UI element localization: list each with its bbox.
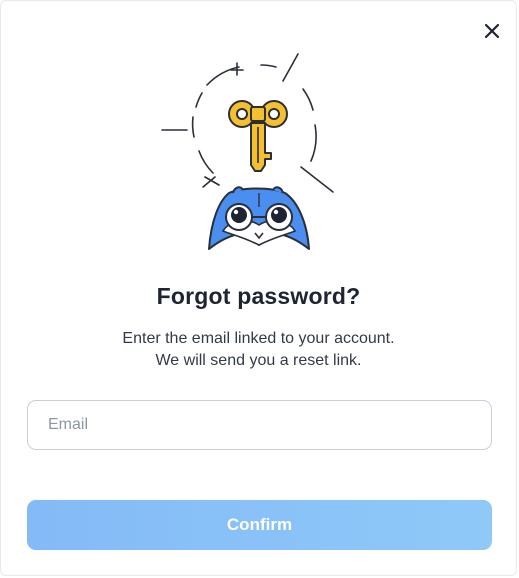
- close-icon[interactable]: [482, 21, 502, 41]
- confirm-button[interactable]: Confirm: [27, 500, 492, 550]
- subtitle-line-2: We will send you a reset link.: [155, 352, 362, 369]
- email-field[interactable]: [27, 400, 492, 450]
- subtitle-line-1: Enter the email linked to your account.: [122, 330, 395, 347]
- dialog-subtitle: Enter the email linked to your account. …: [1, 328, 516, 372]
- dialog-title: Forgot password?: [156, 283, 361, 309]
- forgot-password-dialog: Forgot password? Enter the email linked …: [0, 0, 517, 576]
- mascot-with-key-illustration: [161, 53, 334, 250]
